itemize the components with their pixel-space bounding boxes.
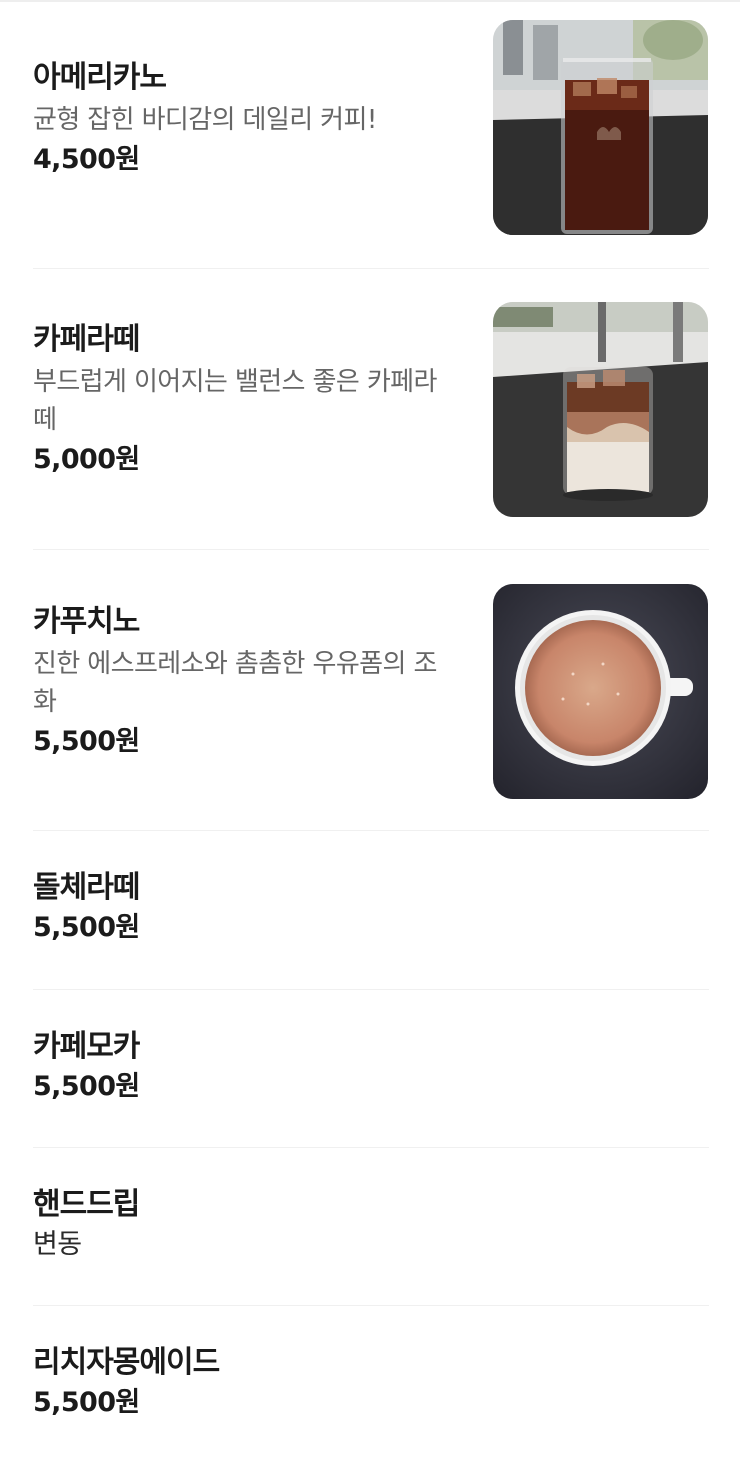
menu-item-price: 5,500원 bbox=[33, 912, 140, 943]
menu-item-americano[interactable]: 아메리카노 균형 잡힌 바디감의 데일리 커피! 4,500원 bbox=[33, 20, 709, 269]
menu-item-hand-drip[interactable]: 핸드드립 변동 bbox=[33, 1148, 709, 1306]
menu-item-name: 카페모카 bbox=[33, 1029, 140, 1064]
menu-item-text: 카푸치노 진한 에스프레소와 촘촘한 우유폼의 조화 5,500원 bbox=[33, 603, 453, 759]
menu-item-description: 균형 잡힌 바디감의 데일리 커피! bbox=[33, 105, 377, 135]
menu-item-name: 리치자몽에이드 bbox=[33, 1345, 220, 1380]
menu-item-name: 핸드드립 bbox=[33, 1187, 140, 1222]
menu-item-price: 5,500원 bbox=[33, 1071, 140, 1102]
menu-item-grapefruit-ade[interactable]: 리치자몽에이드 5,500원 bbox=[33, 1306, 709, 1457]
menu-item-cappuccino[interactable]: 카푸치노 진한 에스프레소와 촘촘한 우유폼의 조화 5,500원 bbox=[33, 584, 709, 831]
menu-item-name: 돌체라떼 bbox=[33, 870, 140, 905]
menu-item-name: 카페라떼 bbox=[33, 322, 140, 357]
top-divider bbox=[0, 0, 740, 2]
menu-item-description: 부드럽게 이어지는 밸런스 좋은 카페라떼 bbox=[33, 367, 437, 435]
menu-item-text: 돌체라떼 5,500원 bbox=[33, 869, 453, 945]
menu-item-cafe-latte[interactable]: 카페라떼 부드럽게 이어지는 밸런스 좋은 카페라떼 5,000원 bbox=[33, 302, 709, 550]
menu-item-dolce-latte[interactable]: 돌체라떼 5,500원 bbox=[33, 831, 709, 990]
cappuccino-photo[interactable] bbox=[493, 584, 708, 799]
iced-americano-photo[interactable] bbox=[493, 20, 708, 235]
cappuccino-image bbox=[493, 584, 708, 799]
menu-item-text: 리치자몽에이드 5,500원 bbox=[33, 1344, 453, 1420]
iced-americano-image bbox=[493, 20, 708, 235]
menu-item-price: 변동 bbox=[33, 1229, 82, 1260]
menu-item-description: 진한 에스프레소와 촘촘한 우유폼의 조화 bbox=[33, 649, 437, 717]
iced-cafe-latte-photo[interactable] bbox=[493, 302, 708, 517]
menu-item-price: 5,500원 bbox=[33, 726, 140, 757]
menu-item-name: 카푸치노 bbox=[33, 604, 140, 639]
menu-item-text: 아메리카노 균형 잡힌 바디감의 데일리 커피! 4,500원 bbox=[33, 59, 453, 177]
menu-item-text: 카페모카 5,500원 bbox=[33, 1028, 453, 1104]
menu-item-text: 핸드드립 변동 bbox=[33, 1186, 453, 1262]
iced-cafe-latte-image bbox=[493, 302, 708, 517]
menu-item-price: 5,500원 bbox=[33, 1387, 140, 1418]
menu-item-price: 4,500원 bbox=[33, 144, 140, 175]
menu-item-text: 카페라떼 부드럽게 이어지는 밸런스 좋은 카페라떼 5,000원 bbox=[33, 321, 453, 477]
menu-item-price: 5,000원 bbox=[33, 444, 140, 475]
menu-item-cafe-mocha[interactable]: 카페모카 5,500원 bbox=[33, 990, 709, 1148]
menu-item-name: 아메리카노 bbox=[33, 60, 167, 95]
